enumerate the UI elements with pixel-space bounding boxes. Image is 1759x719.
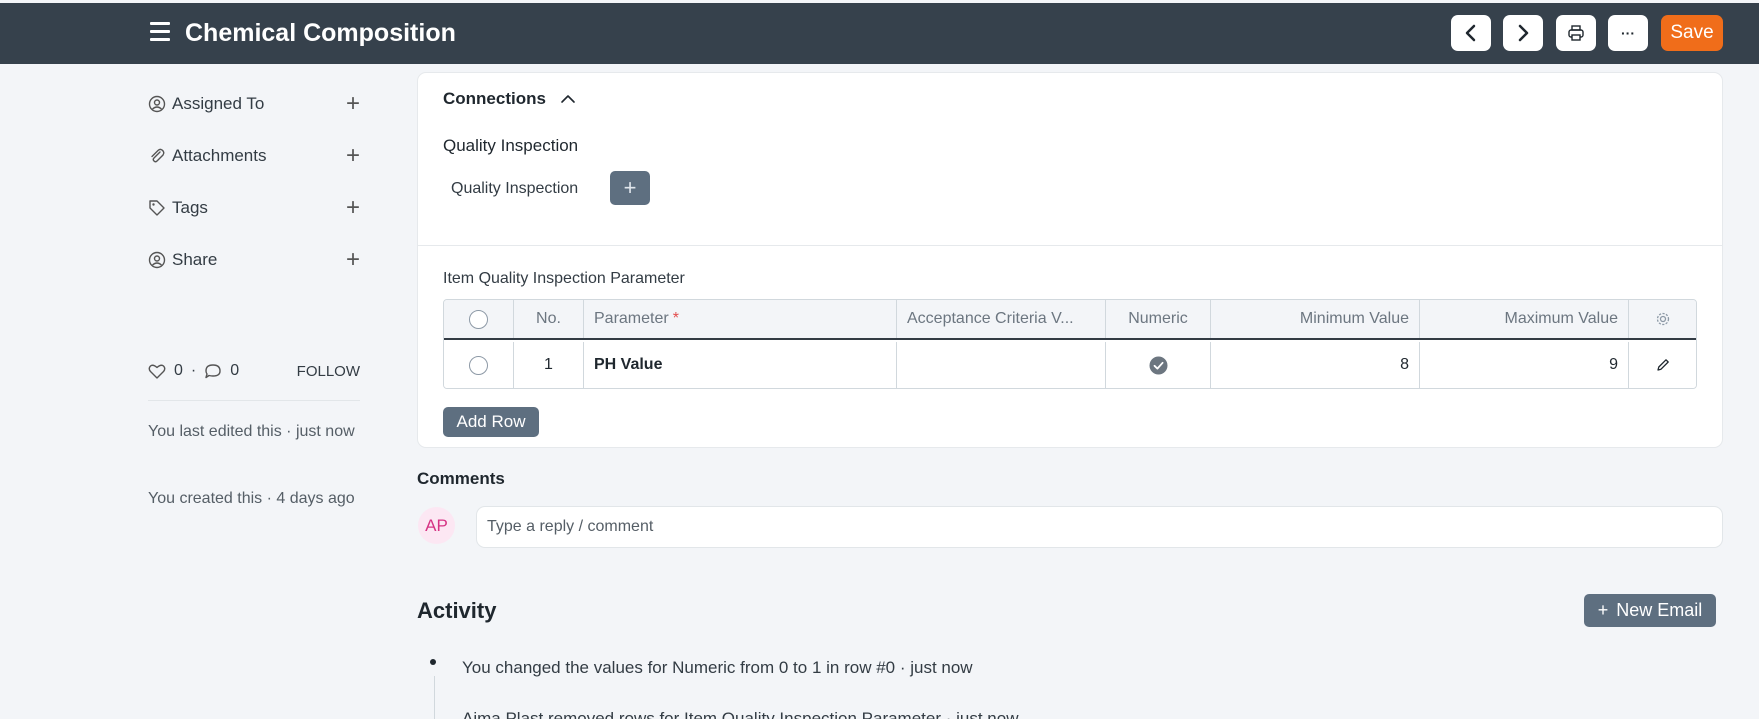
hamburger-menu-icon[interactable] — [150, 22, 170, 42]
form-card: Connections Quality Inspection Quality I… — [417, 72, 1723, 448]
connections-title: Connections — [443, 89, 546, 108]
activity-item: You changed the values for Numeric from … — [462, 658, 973, 677]
comments-count: 0 — [230, 362, 240, 379]
plus-icon: + — [1597, 600, 1609, 620]
last-edited-note: You last edited this · just now — [148, 423, 355, 440]
heart-icon[interactable] — [148, 363, 166, 380]
activity-timeline — [434, 676, 435, 719]
doc-stats: 0 · 0 FOLLOW — [148, 358, 360, 384]
quality-inspection-link[interactable]: Quality Inspection — [451, 180, 578, 198]
next-record-button[interactable] — [1503, 15, 1543, 51]
comment-icon[interactable] — [204, 363, 222, 380]
select-all-cell[interactable] — [444, 300, 514, 338]
add-share-icon[interactable]: + — [346, 248, 360, 272]
col-numeric: Numeric — [1106, 300, 1211, 338]
add-row-button[interactable]: Add Row — [443, 407, 539, 437]
new-email-button[interactable]: + New Email — [1584, 594, 1716, 627]
row-select-checkbox[interactable] — [469, 355, 488, 375]
table-row[interactable]: 1 PH Value 8 9 — [444, 342, 1696, 388]
row-maximum-value[interactable]: 9 — [1420, 342, 1629, 388]
save-button[interactable]: Save — [1661, 15, 1723, 51]
col-no: No. — [514, 300, 584, 338]
comment-input[interactable]: Type a reply / comment — [476, 506, 1723, 548]
section-divider — [418, 245, 1722, 246]
share-icon — [148, 251, 166, 269]
table-title: Item Quality Inspection Parameter — [443, 270, 685, 287]
parameter-table: No. Parameter * Acceptance Criteria V... … — [443, 299, 1697, 389]
avatar: AP — [418, 507, 455, 544]
previous-record-button[interactable] — [1451, 15, 1491, 51]
check-circle-icon — [1149, 356, 1167, 374]
sidebar-item-label: Assigned To — [172, 94, 265, 113]
printer-icon — [1568, 25, 1584, 41]
chevron-left-icon — [1465, 24, 1476, 42]
row-select-cell[interactable] — [444, 342, 514, 388]
chevron-right-icon — [1518, 24, 1529, 42]
row-parameter[interactable]: PH Value — [584, 342, 897, 388]
row-minimum-value[interactable]: 8 — [1211, 342, 1420, 388]
activity-bullet — [430, 659, 436, 665]
connections-section-title: Quality Inspection — [443, 136, 579, 155]
column-settings-button[interactable] — [1629, 300, 1696, 338]
plus-icon: + — [623, 175, 637, 200]
tag-icon — [149, 200, 165, 216]
sidebar-item-attachments[interactable]: Attachments + — [148, 141, 360, 171]
connections-header[interactable]: Connections — [443, 89, 576, 109]
sidebar-item-assigned-to[interactable]: Assigned To + — [148, 89, 360, 119]
assign-icon — [148, 95, 166, 113]
col-parameter: Parameter * — [584, 300, 897, 338]
sidebar-item-tags[interactable]: Tags + — [148, 193, 360, 223]
print-button[interactable] — [1556, 15, 1596, 51]
row-number: 1 — [514, 342, 584, 388]
required-marker: * — [672, 310, 679, 327]
created-note: You created this · 4 days ago — [148, 490, 355, 507]
activity-item: Aima Plast removed rows for Item Quality… — [462, 709, 1019, 719]
add-quality-inspection-button[interactable]: + — [610, 171, 650, 205]
likes-count: 0 — [174, 362, 183, 379]
select-all-checkbox[interactable] — [469, 309, 488, 329]
add-tag-icon[interactable]: + — [346, 196, 360, 220]
pencil-icon — [1656, 359, 1669, 371]
edit-row-button[interactable] — [1629, 342, 1696, 388]
row-numeric[interactable] — [1106, 342, 1211, 388]
gear-icon — [1656, 312, 1669, 326]
row-acceptance-criteria[interactable] — [897, 342, 1106, 388]
col-minimum-value: Minimum Value — [1211, 300, 1420, 338]
col-acceptance-criteria: Acceptance Criteria V... — [897, 300, 1106, 338]
table-header: No. Parameter * Acceptance Criteria V... … — [444, 300, 1696, 340]
comments-title: Comments — [417, 469, 505, 488]
add-attachment-icon[interactable]: + — [346, 144, 360, 168]
page-title: Chemical Composition — [185, 19, 456, 47]
paperclip-icon — [151, 148, 165, 163]
col-maximum-value: Maximum Value — [1420, 300, 1629, 338]
sidebar-item-label: Attachments — [172, 146, 267, 165]
sidebar-item-share[interactable]: Share + — [148, 245, 360, 275]
sidebar-divider — [148, 400, 360, 401]
stats-separator: · — [190, 362, 197, 379]
top-navbar: Chemical Composition ··· Save — [0, 3, 1759, 64]
more-actions-button[interactable]: ··· — [1608, 15, 1648, 51]
add-assignment-icon[interactable]: + — [346, 92, 360, 116]
col-parameter-label: Parameter — [594, 310, 669, 327]
sidebar-item-label: Share — [172, 250, 218, 269]
chevron-up-icon[interactable] — [560, 94, 576, 104]
sidebar-item-label: Tags — [172, 198, 208, 217]
new-email-label: New Email — [1616, 600, 1703, 620]
activity-title: Activity — [417, 598, 497, 623]
follow-button[interactable]: FOLLOW — [297, 363, 360, 380]
